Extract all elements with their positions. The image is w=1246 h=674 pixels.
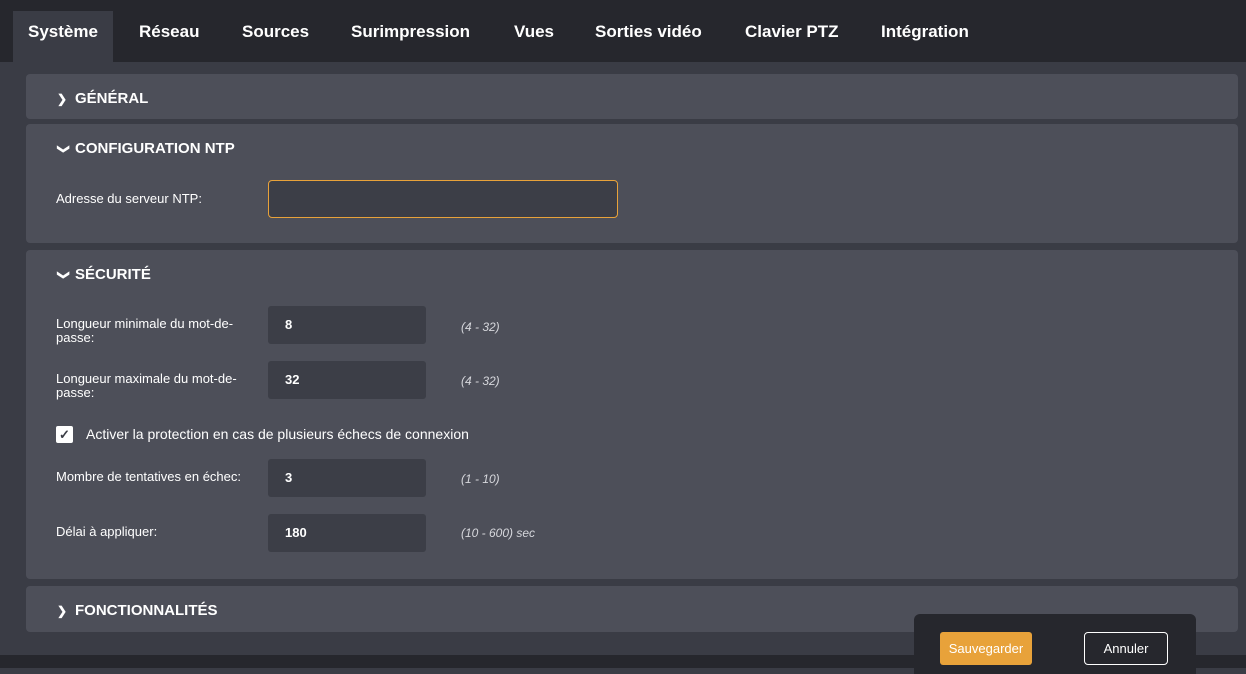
tab-reseau[interactable]: Réseau [139,11,199,62]
max-length-label: Longueur maximale du mot-de-passe: [56,371,237,400]
attempts-label: Mombre de tentatives en échec: [56,469,241,484]
delay-range: (10 - 600) sec [461,526,536,540]
cancel-button[interactable]: Annuler [1084,632,1168,665]
section-security-header[interactable]: ❯ SÉCURITÉ [57,266,151,283]
section-general: ❯ GÉNÉRAL [26,74,1238,119]
tab-vues[interactable]: Vues [514,11,554,62]
chevron-down-icon: ❯ [57,269,71,281]
min-length-range: (4 - 32) [461,320,500,334]
section-general-header[interactable]: ❯ GÉNÉRAL [57,90,148,107]
delay-input[interactable]: 180 [268,514,426,552]
section-ntp: ❯ CONFIGURATION NTP Adresse du serveur NT… [26,124,1238,243]
tab-systeme[interactable]: Système [13,11,113,62]
min-length-label: Longueur minimale du mot-de-passe: [56,316,234,345]
section-features-header[interactable]: ❯ FONCTIONNALITÉS [57,602,218,619]
protection-checkbox[interactable]: ✓ [56,426,73,443]
delay-label: Délai à appliquer: [56,524,158,539]
ntp-server-label: Adresse du serveur NTP: [56,191,202,206]
tab-clavier-ptz[interactable]: Clavier PTZ [745,11,839,62]
tab-surimpression[interactable]: Surimpression [351,11,470,62]
tab-bar: Système Réseau Sources Surimpression Vue… [0,0,1246,62]
section-security: ❯ SÉCURITÉ Longueur minimale du mot-de-pa… [26,250,1238,579]
section-ntp-header[interactable]: ❯ CONFIGURATION NTP [57,140,235,157]
max-length-input[interactable]: 32 [268,361,426,399]
min-length-input[interactable]: 8 [268,306,426,344]
protection-label: Activer la protection en cas de plusieur… [86,426,469,442]
checkmark-icon: ✓ [59,427,70,442]
chevron-down-icon: ❯ [57,143,71,155]
ntp-server-input[interactable] [268,180,618,218]
max-length-range: (4 - 32) [461,374,500,388]
chevron-right-icon: ❯ [57,604,68,618]
attempts-input[interactable]: 3 [268,459,426,497]
action-bar: Sauvegarder Annuler [914,614,1196,674]
save-button[interactable]: Sauvegarder [940,632,1032,665]
tab-integration[interactable]: Intégration [881,11,969,62]
tab-sources[interactable]: Sources [242,11,309,62]
tab-sorties-video[interactable]: Sorties vidéo [595,11,702,62]
chevron-right-icon: ❯ [57,92,68,106]
attempts-range: (1 - 10) [461,472,500,486]
